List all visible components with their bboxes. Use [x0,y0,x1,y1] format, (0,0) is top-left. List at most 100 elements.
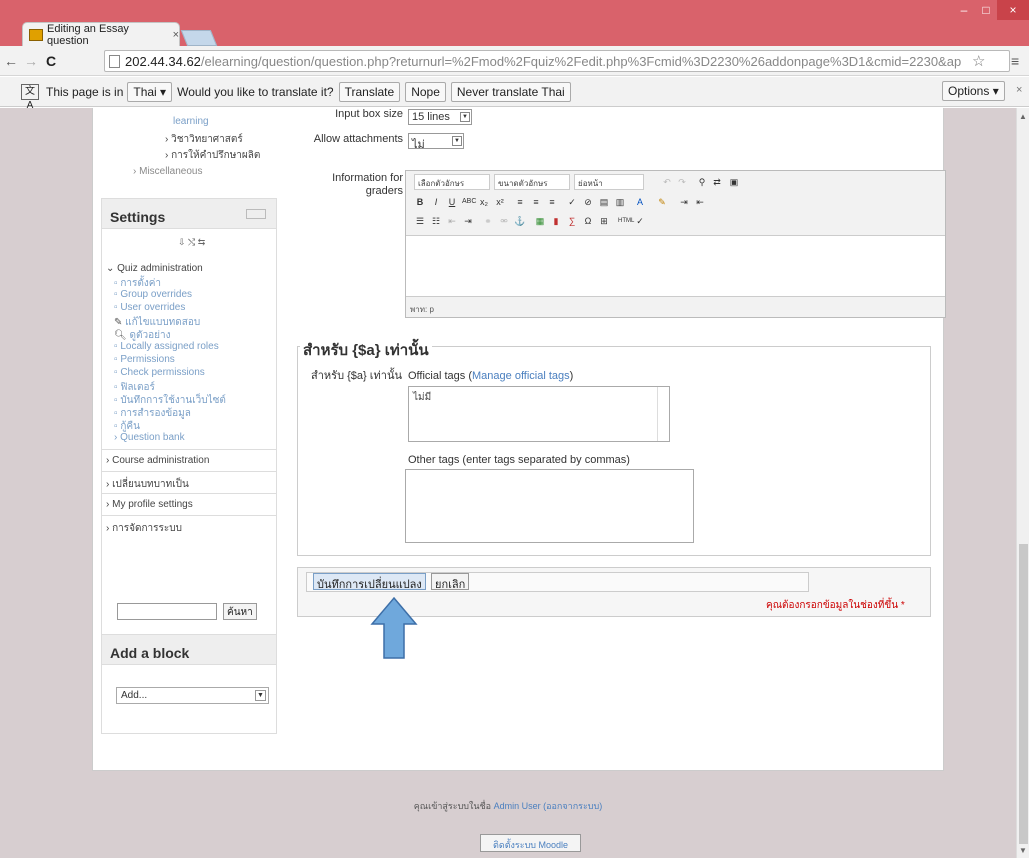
settings-search-input[interactable] [117,603,217,620]
nav-item[interactable]: › Miscellaneous [133,166,202,177]
paste-word-icon[interactable]: ▤ [598,196,610,208]
settings-item[interactable]: ▫ Check permissions [114,367,205,378]
user-profile-link[interactable]: Admin User [494,801,541,811]
font-size-select[interactable]: ขนาดตัวอักษร [494,174,570,190]
address-bar[interactable]: 202.44.34.62/elearning/question/question… [104,50,1010,72]
translate-close-icon[interactable]: × [1016,84,1022,96]
replace-icon[interactable]: ⇄ [711,176,723,188]
align-right-icon[interactable]: ≡ [546,196,558,208]
settings-item[interactable]: ▫ Permissions [114,354,175,365]
undo-icon[interactable]: ↶ [661,176,673,188]
spellcheck-icon[interactable]: ✓ [634,215,646,227]
settings-title: Settings [102,199,276,229]
official-tags-list[interactable]: ไม่มี [408,386,670,442]
allow-attachments-select[interactable]: ไม่ ▼ [408,133,464,151]
manage-tags-link[interactable]: Manage official tags [472,370,570,382]
link-icon[interactable]: ⚭ [482,215,494,227]
ltr-icon[interactable]: ⇥ [678,196,690,208]
nope-button[interactable]: Nope [405,81,446,102]
maximize-icon[interactable]: □ [975,0,997,20]
nav-item[interactable]: learning [173,116,209,127]
block-dock-icon[interactable] [246,209,266,219]
bookmark-star-icon[interactable]: ☆ [972,52,985,70]
graders-editor-area[interactable] [406,235,945,297]
media-icon[interactable]: ▮ [550,215,562,227]
tab-close-icon[interactable]: × [173,29,179,41]
redo-icon[interactable]: ↷ [676,176,688,188]
page-icon [109,54,120,68]
bullet-list-icon[interactable]: ☰ [414,215,426,227]
number-list-icon[interactable]: ☷ [430,215,442,227]
align-left-icon[interactable]: ≡ [514,196,526,208]
table-icon[interactable]: ⊞ [598,215,610,227]
image-icon[interactable]: ▦ [534,215,546,227]
add-block-select[interactable]: Add... ▼ [116,687,269,704]
scroll-down-icon[interactable]: ▼ [1019,846,1027,855]
admin-item[interactable]: › การจัดการระบบ [106,521,182,536]
clean-icon[interactable]: ✓ [566,196,578,208]
logout-link[interactable]: (ออกจากระบบ) [543,801,602,811]
find-icon[interactable]: ⚲ [696,176,708,188]
admin-item[interactable]: › เปลี่ยนบทบาทเป็น [106,477,189,492]
superscript-icon[interactable]: x² [494,196,506,208]
settings-item[interactable]: ⌄ Quiz administration [106,263,203,274]
save-changes-button[interactable]: บันทึกการเปลี่ยนแปลง [313,573,426,591]
settings-item[interactable]: ▫ Locally assigned roles [114,341,219,352]
page-scrollbar[interactable]: ▲ ▼ [1016,108,1029,858]
new-tab-button[interactable] [180,30,218,46]
scroll-up-icon[interactable]: ▲ [1019,112,1027,121]
tab-title: Editing an Essay question [47,22,129,47]
minimize-icon[interactable]: – [953,0,975,20]
chrome-menu-icon[interactable]: ≡ [1011,53,1019,69]
align-center-icon[interactable]: ≡ [530,196,542,208]
nav-item[interactable]: › วิชาวิทยาศาสตร์ [165,132,243,147]
never-translate-button[interactable]: Never translate Thai [450,81,571,102]
rtl-icon[interactable]: ⇤ [694,196,706,208]
html-icon[interactable]: HTML [618,215,634,227]
scroll-thumb[interactable] [1019,544,1028,844]
paragraph-select[interactable]: ย่อหน้า [574,174,644,190]
settings-tools-icon[interactable]: ⇩ ⤭ ⇆ [178,237,205,248]
indent-icon[interactable]: ⇥ [462,215,474,227]
options-button[interactable]: Options ▾ [942,81,1005,101]
tags-legend: สำหรับ {$a} เท่านั้น [300,338,432,362]
input-box-size-select[interactable]: 15 lines ▼ [408,109,472,125]
font-family-select[interactable]: เลือกตัวอักษร [414,174,490,190]
unlink-icon[interactable]: ⚮ [498,215,510,227]
special-char-icon[interactable]: Ω [582,215,594,227]
add-block: Add a block Add... ▼ [101,634,277,734]
outdent-icon[interactable]: ⇤ [446,215,458,227]
subscript-icon[interactable]: x₂ [478,196,490,208]
forward-icon[interactable]: → [22,53,40,69]
language-select[interactable]: Thai ▾ [127,81,173,102]
anchor-icon[interactable]: ⚓ [514,215,526,227]
paste-text-icon[interactable]: ⊘ [582,196,594,208]
preview-icon: 🔍︎ [114,330,130,341]
list-scrollbar[interactable] [657,387,669,441]
text-color-icon[interactable]: A [634,196,646,208]
cancel-button[interactable]: ยกเลิก [431,573,470,591]
close-window-icon[interactable]: × [997,0,1029,20]
equation-icon[interactable]: ∑ [566,215,578,227]
fullscreen-icon[interactable]: ▣ [728,176,740,188]
admin-item[interactable]: › My profile settings [106,499,193,510]
settings-item[interactable]: › Question bank [114,432,185,443]
nav-item[interactable]: › การให้คำปรึกษาผลิต [165,148,260,163]
browser-tab[interactable]: Editing an Essay question × [22,22,180,47]
admin-item[interactable]: › Course administration [106,455,209,466]
highlight-icon[interactable]: ✎ [656,196,668,208]
other-tags-input[interactable] [405,469,694,543]
annotation-up-arrow-icon [370,596,418,659]
bold-icon[interactable]: B [414,196,426,208]
strikethrough-icon[interactable]: ABC [462,196,476,208]
translate-button[interactable]: Translate [338,81,401,102]
settings-item[interactable]: ▫ Group overrides [114,289,192,300]
moodle-home-button[interactable]: ติดตั้งระบบ Moodle [480,834,582,852]
settings-item[interactable]: ▫ User overrides [114,302,185,313]
italic-icon[interactable]: I [430,196,442,208]
back-icon[interactable]: ← [2,53,20,69]
underline-icon[interactable]: U [446,196,458,208]
settings-search-button[interactable]: ค้นหา [223,603,257,620]
paste-icon[interactable]: ▥ [614,196,626,208]
reload-icon[interactable]: C [42,53,60,69]
